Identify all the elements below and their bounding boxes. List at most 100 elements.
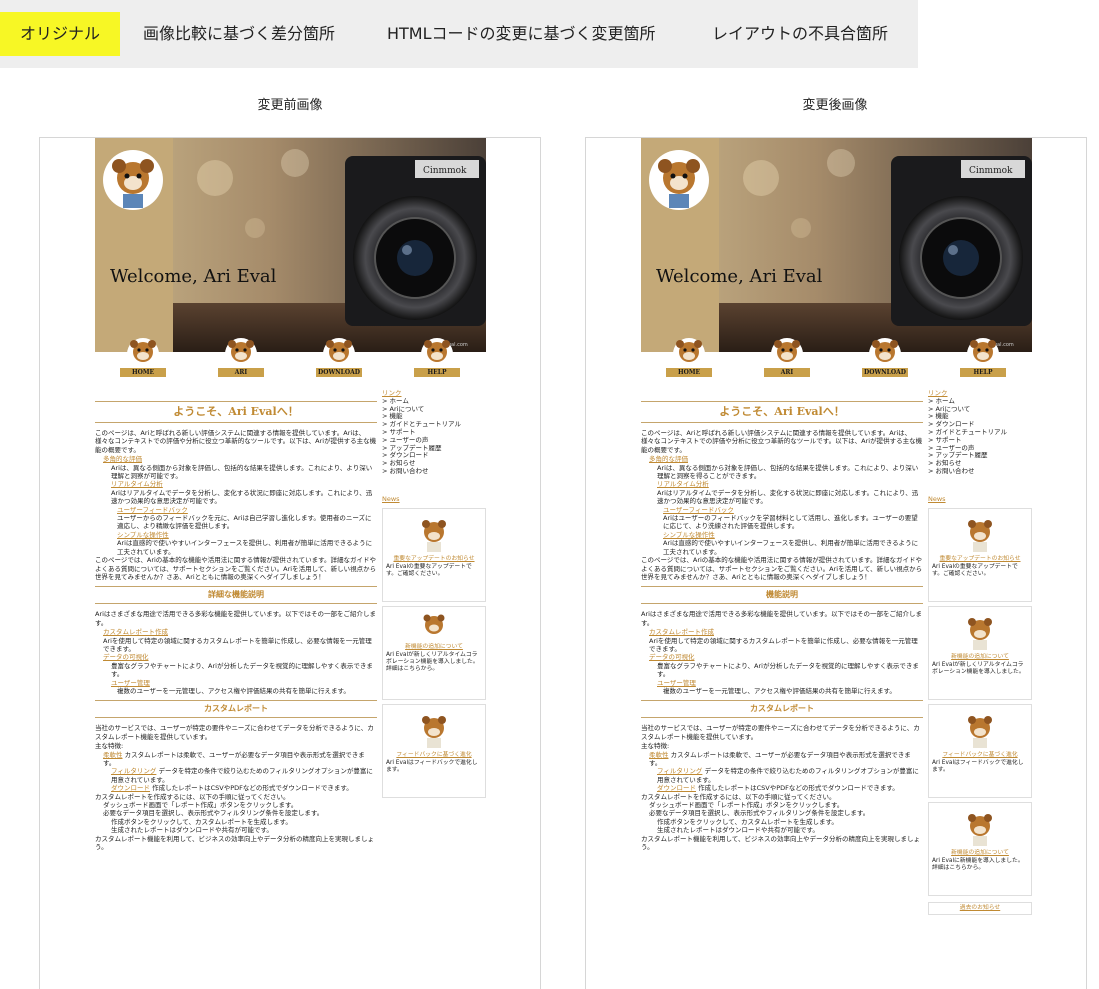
report-title: カスタムレポート [641,700,923,719]
feature-desc: Ariは、異なる側面から対象を評価し、包括的な結果を提供します。これにより、より… [657,463,919,481]
mascot-icon [225,338,257,370]
main-content: ようこそ、Ari Evalへ！ このページは、Ariと呼ばれる新しい評価システム… [641,396,923,851]
feature-link[interactable]: ユーザーフィードバック [117,506,188,514]
sidebar: リンク > ホーム > Ariについて > 機能 > ガイドとチュートリアル >… [382,389,486,798]
news-title: News [928,494,946,503]
after-screenshot: Cinmmok eval.com Welcome, Ari Eval HOME [585,137,1087,989]
mascot-icon [771,338,803,370]
feature-desc: Ariはリアルタイムでデータを分析し、変化する状況に即座に対応します。これにより… [657,488,919,506]
feature-desc: Ariはリアルタイムでデータを分析し、変化する状況に即座に対応します。これにより… [111,488,373,506]
nav-home[interactable]: HOME [118,330,168,382]
news-card[interactable]: フィードバックに基づく進化 Ari Evalはフィードバックで進化します。 [928,703,1032,798]
report-feature-desc: カスタムレポートは柔軟で、ユーザーが必要なデータ項目や表示形式を選択できます。 [649,750,911,767]
tab-image-diff[interactable]: 画像比較に基づく差分箇所 [143,12,335,56]
feature-link[interactable]: シンプルな操作性 [663,531,715,539]
report-step: 生成されたレポートはダウンロードや共有が可能です。 [657,826,819,835]
news-card[interactable]: フィードバックに基づく進化 Ari Evalはフィードバックで進化します。 [382,703,486,798]
report-feature-link[interactable]: 柔軟性 [649,751,669,759]
report-feature-link[interactable]: フィルタリング [657,767,702,775]
tab-original[interactable]: オリジナル [0,12,121,56]
sidebar-link[interactable]: > お問い合わせ [382,467,486,476]
mascot-icon [422,715,446,748]
nav-ari[interactable]: ARI [216,330,266,382]
mascot-icon [673,338,705,370]
report-feature-link[interactable]: ダウンロード [657,784,696,792]
mascot-icon [968,519,992,552]
nav-home[interactable]: HOME [664,330,714,382]
news-card[interactable]: 重要なアップデートのお知らせ Ari Evalの重要なアップデートです。ご確認く… [928,507,1032,602]
report-text: 当社のサービスでは、ユーザーが特定の要件やニーズに合わせてデータを分析できるよう… [641,724,920,741]
report-steps-label: カスタムレポートを作成するには、以下の手順に従ってください。 [641,792,836,801]
report-feature-link[interactable]: 柔軟性 [103,751,123,759]
logo-mascot-icon [649,150,709,210]
report-step: 作成ボタンをクリックして、カスタムレポートを生成します。 [657,817,838,826]
mascot-icon [127,338,159,370]
nav-download[interactable]: DOWNLOAD [314,330,364,382]
tab-html-diff[interactable]: HTMLコードの変更に基づく変更箇所 [387,12,656,56]
feature-desc: Ariは直感的で使いやすいインターフェースを提供し、利用者が簡単に活用できるよう… [117,539,373,556]
feature-desc: Ariは直感的で使いやすいインターフェースを提供し、利用者が簡単に活用できるよう… [663,539,919,556]
news-card[interactable]: 重要なアップデートのお知らせ Ari Evalの重要なアップデートです。ご確認く… [382,507,486,602]
detail-text: Ariはさまざまな用途で活用できる多彩な機能を提供しています。以下ではその一部を… [641,610,922,627]
mascot-icon [968,715,992,748]
feature-link[interactable]: リアルタイム分析 [111,480,163,488]
intro-text: このページは、Ariと呼ばれる新しい評価システムに関連する情報を提供しています。… [95,429,377,454]
welcome-heading: Welcome, Ari Eval [656,266,823,287]
camera-photo: Cinmmok eval.com [641,138,1032,352]
nav-ari[interactable]: ARI [762,330,812,382]
detail-link[interactable]: カスタムレポート作成 [103,628,168,636]
report-features-label: 主な特徴: [641,742,670,751]
report-feature-desc: カスタムレポートは柔軟で、ユーザーが必要なデータ項目や表示形式を選択できます。 [103,750,365,767]
hero-banner: Cinmmok eval.com Welcome, Ari Eval [95,138,486,352]
feature-desc: Ariはユーザーのフィードバックを学習材料として活用し、進化します。ユーザーの要… [663,514,918,531]
nav-help[interactable]: HELP [412,330,462,382]
feature-desc: ユーザーからのフィードバックを元に、Ariは自己学習し進化します。使用者のニーズ… [117,514,372,531]
news-card[interactable]: 新機能の追加について Ari Evalに新機能を導入しました。詳細はこちらから。 [928,801,1032,896]
detail-link[interactable]: カスタムレポート作成 [649,628,714,636]
tab-bar: オリジナル 画像比較に基づく差分箇所 HTMLコードの変更に基づく変更箇所 レイ… [0,0,918,68]
report-title: カスタムレポート [95,700,377,719]
report-step: 必要なデータ項目を選択し、表示形式やフィルタリング条件を設定します。 [649,809,870,818]
news-card[interactable]: 新機能の追加について Ari Evalが新しくリアルタイムコラボレーション機能を… [382,605,486,700]
news-title: News [382,494,400,503]
report-features-label: 主な特徴: [95,742,124,751]
past-news-button[interactable]: 過去のお知らせ [928,901,1032,916]
feature-link[interactable]: 多角的な評価 [103,455,142,463]
detail-desc: 複数のユーザーを一元管理し、アクセス権や評価結果の共有を簡単に行えます。 [663,686,896,695]
feature-link[interactable]: 多角的な評価 [649,455,688,463]
detail-title: 機能説明 [641,586,923,605]
report-feature-link[interactable]: ダウンロード [111,784,150,792]
news-card[interactable]: 新機能の追加について Ari Evalが新しくリアルタイムコラボレーション機能を… [928,605,1032,700]
mascot-icon [869,338,901,370]
mascot-icon [422,519,446,552]
report-step: 必要なデータ項目を選択し、表示形式やフィルタリング条件を設定します。 [103,809,324,818]
feature-link[interactable]: リアルタイム分析 [657,480,709,488]
mascot-icon [323,338,355,370]
intro-outro: このページでは、Ariの基本的な機能や活用法に関する情報が提供されています。詳細… [95,556,377,581]
mascot-icon [967,338,999,370]
nav-download[interactable]: DOWNLOAD [860,330,910,382]
detail-desc: 豊富なグラフやチャートにより、Ariが分析したデータを視覚的に理解しやすく表示で… [657,661,919,679]
detail-link[interactable]: ユーザー管理 [657,679,696,687]
report-feature-link[interactable]: フィルタリング [111,767,156,775]
feature-link[interactable]: シンプルな操作性 [117,531,169,539]
svg-text:Cinmmok: Cinmmok [423,166,467,176]
before-panel-title: 変更前画像 [257,98,323,113]
report-outro: カスタムレポート機能を利用して、ビジネスの効率向上やデータ分析の精度向上を実現し… [95,834,374,852]
logo-mascot-icon [103,150,163,210]
intro-title: ようこそ、Ari Evalへ！ [641,401,923,423]
svg-text:Cinmmok: Cinmmok [969,166,1013,176]
detail-link[interactable]: ユーザー管理 [111,679,150,687]
nav-help[interactable]: HELP [958,330,1008,382]
main-content: ようこそ、Ari Evalへ！ このページは、Ariと呼ばれる新しい評価システム… [95,396,377,851]
mascot-icon [968,813,992,846]
report-steps-label: カスタムレポートを作成するには、以下の手順に従ってください。 [95,792,290,801]
sidebar-link[interactable]: > お問い合わせ [928,467,1032,476]
before-screenshot: Cinmmok eval.com Welcome, Ari Eval HOME [39,137,541,989]
detail-link[interactable]: データの可視化 [649,653,695,661]
intro-outro: このページでは、Ariの基本的な機能や活用法に関する情報が提供されています。詳細… [641,556,923,581]
detail-link[interactable]: データの可視化 [103,653,149,661]
report-feature-desc: 作成したレポートはCSVやPDFなどの形式でダウンロードできます。 [698,784,899,793]
tab-layout-issues[interactable]: レイアウトの不具合箇所 [712,12,888,56]
feature-link[interactable]: ユーザーフィードバック [663,506,734,514]
